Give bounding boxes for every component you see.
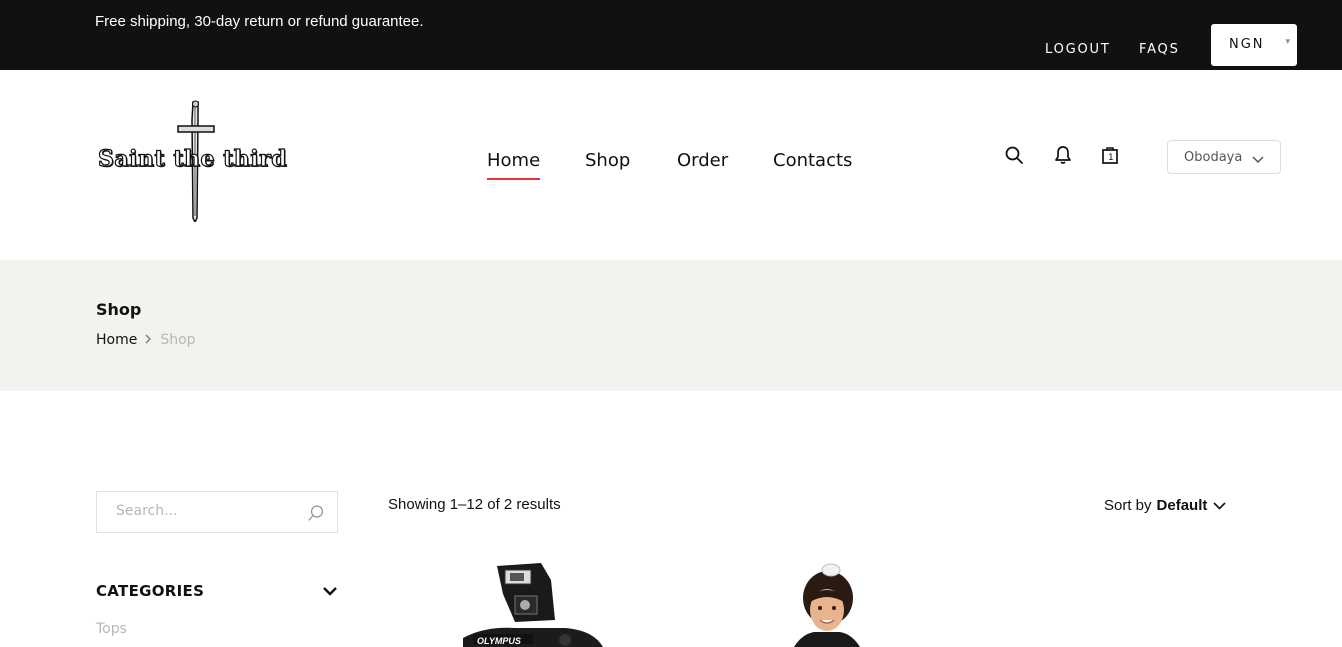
- breadcrumb-home[interactable]: Home: [96, 332, 137, 348]
- search-icon[interactable]: [1004, 145, 1024, 167]
- nav-shop[interactable]: Shop: [585, 150, 630, 171]
- chevron-down-icon: ▾: [1285, 36, 1290, 46]
- logo-text: Saint the third: [97, 145, 288, 172]
- sort-label: Sort by: [1104, 497, 1152, 514]
- chevron-down-icon: [1213, 497, 1226, 514]
- sort-value: Default: [1156, 497, 1208, 514]
- logout-link[interactable]: LOGOUT: [1045, 42, 1111, 57]
- header: Saint the third Home Shop Order Contacts…: [0, 70, 1342, 260]
- camera-product-image[interactable]: OLYMPUS: [455, 560, 615, 647]
- svg-text:1: 1: [1108, 153, 1114, 163]
- chevron-down-icon[interactable]: [322, 584, 338, 602]
- bell-icon[interactable]: [1053, 145, 1073, 167]
- chevron-down-icon: [1252, 151, 1264, 169]
- nav-home[interactable]: Home: [487, 150, 541, 180]
- user-name: Obodaya: [1184, 150, 1243, 165]
- results-count: Showing 1–12 of 2 results: [388, 496, 561, 513]
- chevron-right-icon: [145, 334, 152, 347]
- breadcrumb-current: Shop: [160, 332, 196, 348]
- svg-text:OLYMPUS: OLYMPUS: [477, 636, 521, 646]
- category-item-tops[interactable]: Tops: [96, 621, 127, 637]
- logo[interactable]: Saint the third: [96, 100, 296, 222]
- shopping-bag-icon[interactable]: 1: [1100, 145, 1120, 167]
- shop-search: [96, 491, 338, 533]
- girl-product-image[interactable]: [780, 560, 870, 647]
- currency-select[interactable]: NGN ▾: [1211, 24, 1297, 66]
- nav-order[interactable]: Order: [677, 150, 728, 171]
- search-input[interactable]: [116, 503, 296, 519]
- breadcrumb-section: Shop Home Shop: [0, 260, 1342, 391]
- faqs-link[interactable]: FAQS: [1139, 42, 1180, 57]
- currency-value: NGN: [1229, 37, 1265, 52]
- search-icon[interactable]: [307, 504, 325, 527]
- sort-dropdown[interactable]: Sort by Default: [1104, 497, 1226, 514]
- breadcrumb: Home Shop: [96, 332, 196, 348]
- user-dropdown[interactable]: Obodaya: [1167, 140, 1281, 174]
- page-title: Shop: [96, 300, 142, 319]
- categories-title[interactable]: CATEGORIES: [96, 582, 204, 600]
- nav-contacts[interactable]: Contacts: [773, 150, 852, 171]
- top-bar: Free shipping, 30-day return or refund g…: [0, 0, 1342, 70]
- promo-text: Free shipping, 30-day return or refund g…: [95, 13, 424, 30]
